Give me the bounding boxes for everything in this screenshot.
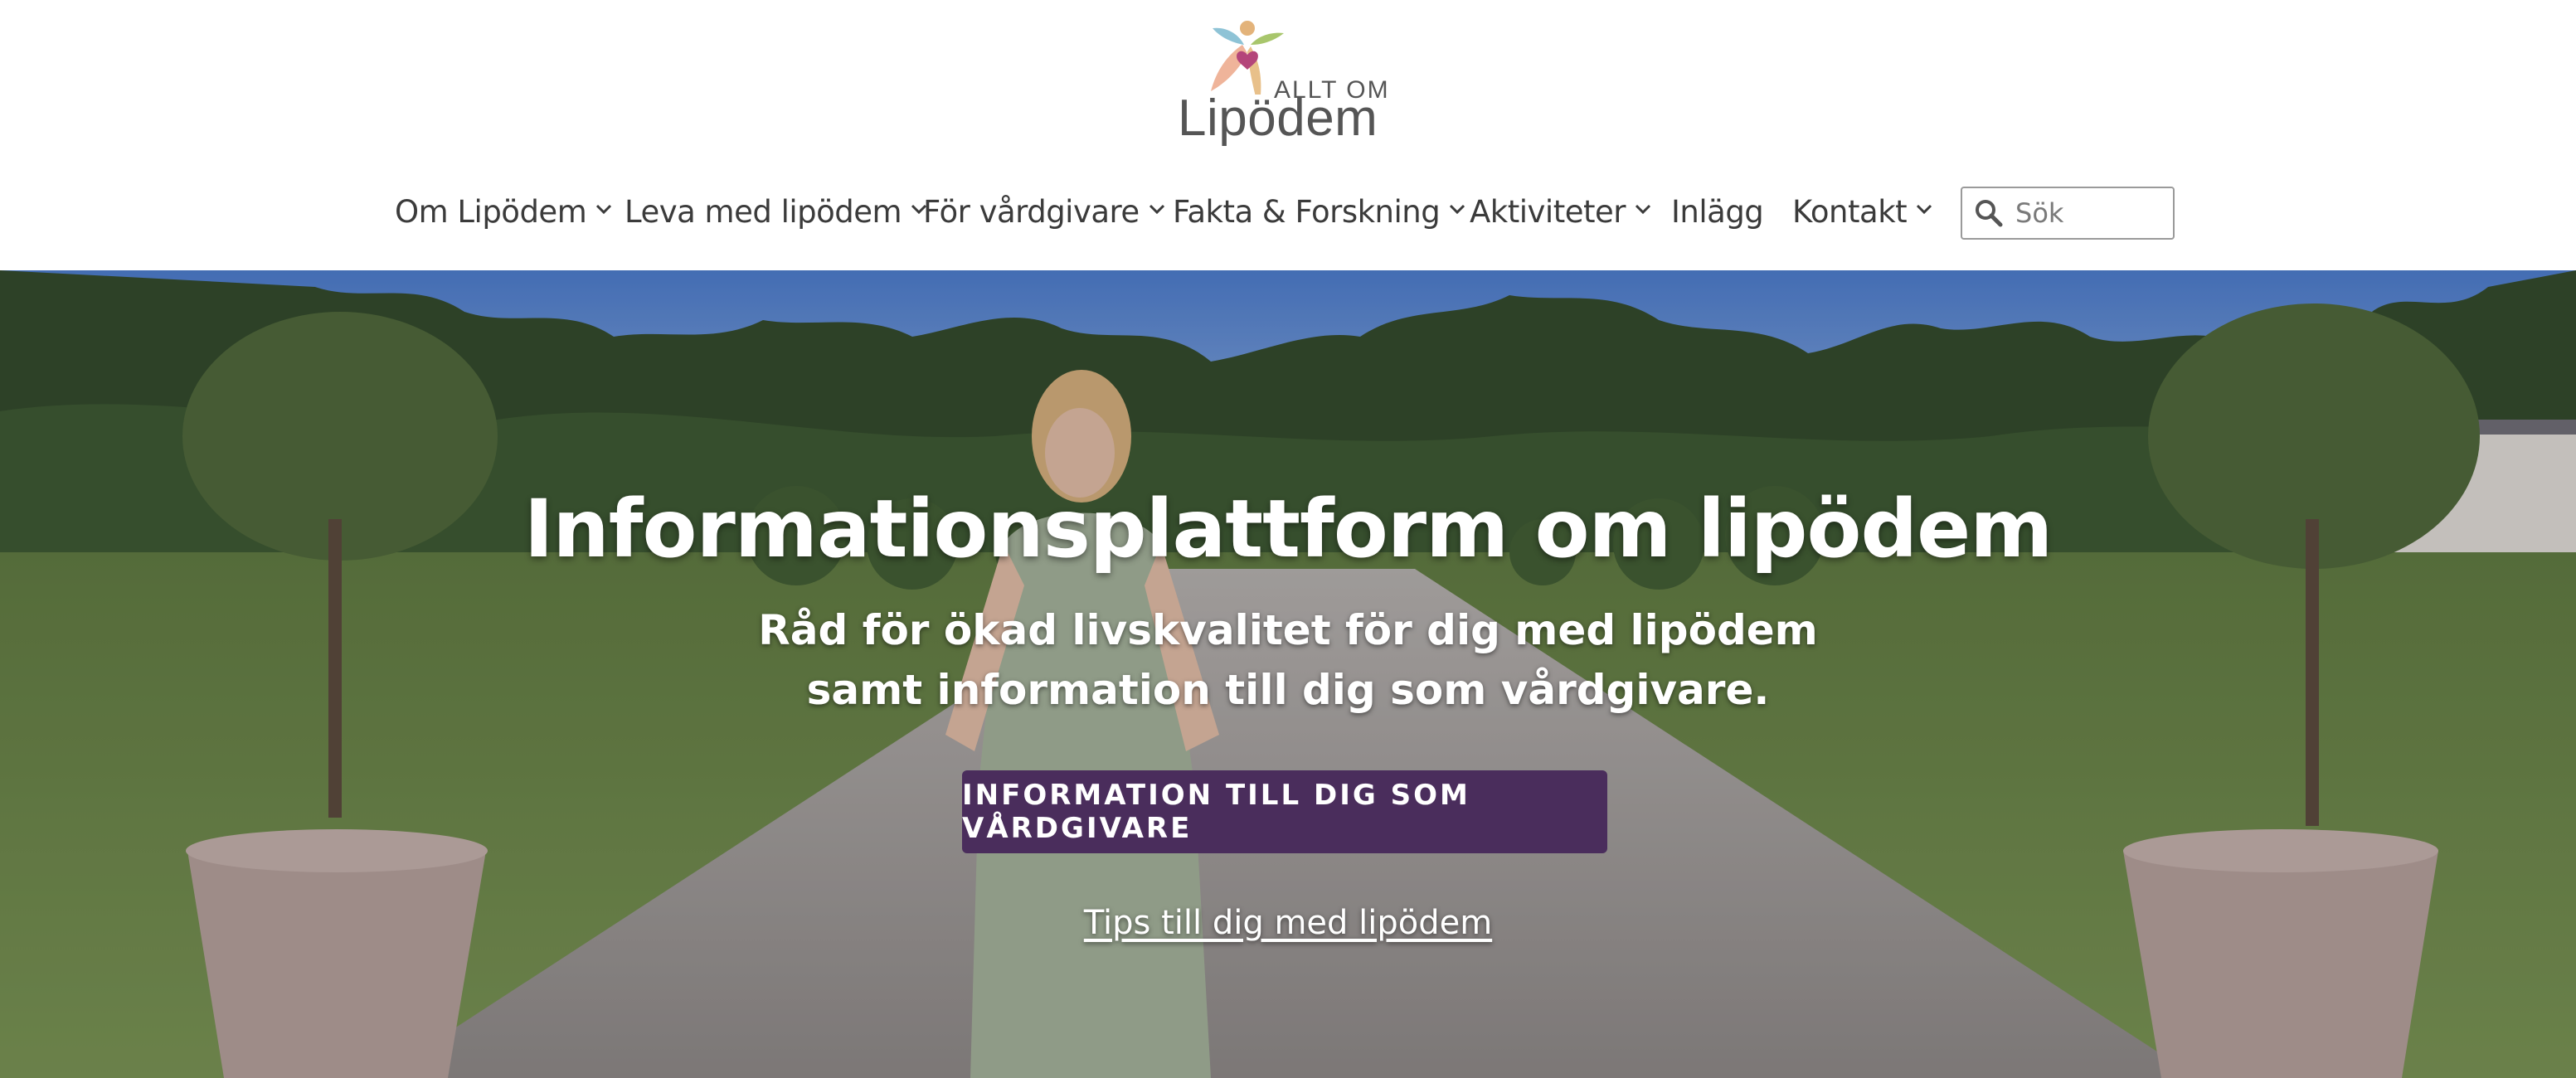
nav-item-label: För vårdgivare <box>923 193 1140 230</box>
hero-subtitle-line: Råd för ökad livskvalitet för dig med li… <box>758 606 1818 654</box>
nav-item-kontakt[interactable]: Kontakt <box>1792 182 1933 240</box>
nav-item-for-vardgivare[interactable]: För vårdgivare <box>923 182 1166 240</box>
hero-link-wrapper: Tips till dig med lipödem <box>0 904 2576 942</box>
nav-item-label: Inlägg <box>1671 193 1764 230</box>
nav-item-label: Leva med lipödem <box>625 193 902 230</box>
hero-section: Informationsplattform om lipödem Råd för… <box>0 270 2576 1078</box>
nav-item-aktiviteter[interactable]: Aktiviteter <box>1470 182 1652 240</box>
nav-item-label: Aktiviteter <box>1470 193 1626 230</box>
main-nav: Om Lipödem Leva med lipödem För vårdgiva… <box>0 182 2576 240</box>
nav-item-label: Kontakt <box>1792 193 1908 230</box>
nav-item-om-lipodem[interactable]: Om Lipödem <box>395 182 613 240</box>
search-input[interactable] <box>2015 197 2165 229</box>
chevron-down-icon <box>1448 200 1466 218</box>
nav-item-fakta-forskning[interactable]: Fakta & Forskning <box>1173 182 1466 240</box>
tips-lipodem-link[interactable]: Tips till dig med lipödem <box>1084 904 1492 942</box>
nav-item-label: Om Lipödem <box>395 193 587 230</box>
search-box[interactable] <box>1961 187 2175 240</box>
search-icon[interactable] <box>1974 198 2004 228</box>
hero-subtitle-line: samt information till dig som vårdgivare… <box>806 666 1770 714</box>
site-header: ALLT OM Lipödem Om Lipödem Leva med lipö… <box>0 0 2576 270</box>
nav-item-leva-med-lipodem[interactable]: Leva med lipödem <box>625 182 928 240</box>
chevron-down-icon <box>1634 200 1652 218</box>
hero-title: Informationsplattform om lipödem <box>523 483 2054 575</box>
hero-subtitle: Råd för ökad livskvalitet för dig med li… <box>0 600 2576 720</box>
chevron-down-icon <box>1915 200 1933 218</box>
chevron-down-icon <box>595 200 613 218</box>
info-vardgivare-button[interactable]: INFORMATION TILL DIG SOM VÅRDGIVARE <box>962 770 1607 853</box>
nav-item-inlagg[interactable]: Inlägg <box>1671 182 1764 240</box>
site-logo[interactable]: ALLT OM Lipödem <box>1178 12 1393 154</box>
logo-wordmark: Lipödem <box>1178 90 1378 147</box>
nav-item-label: Fakta & Forskning <box>1173 193 1441 230</box>
chevron-down-icon <box>1148 200 1166 218</box>
